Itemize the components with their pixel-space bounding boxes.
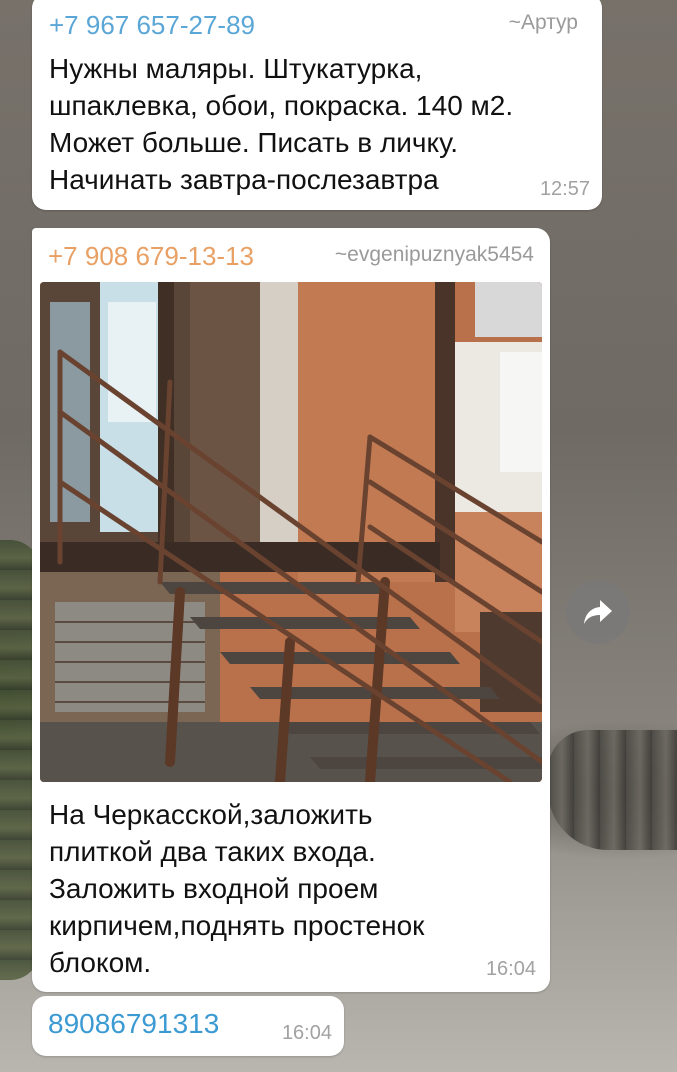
message-line: Нужны маляры. Штукатурка, — [49, 53, 423, 84]
sender-name: ~evgenipuznyak5454 — [334, 243, 534, 266]
sender-phone[interactable]: +7 908 679-13-13 — [48, 241, 254, 272]
message-text: Нужны маляры. Штукатурка, шпаклевка, обо… — [49, 50, 513, 198]
staircase-photo[interactable] — [40, 282, 542, 782]
sender-phone[interactable]: +7 967 657-27-89 — [49, 10, 255, 41]
message-line: Может больше. Писать в личку. — [49, 127, 459, 158]
share-button[interactable] — [566, 580, 630, 644]
message-time: 16:04 — [281, 1022, 332, 1044]
message-line: шпаклевка, обои, покраска. 140 м2. — [49, 90, 514, 121]
message-line: блоком. — [49, 947, 152, 978]
share-arrow-icon — [582, 598, 614, 626]
message-bubble[interactable]: 89086791313 16:04 — [32, 996, 344, 1056]
message-line: На Черкасской,заложить — [49, 799, 373, 830]
sender-name: ~Артур — [508, 11, 578, 34]
message-time: 12:57 — [539, 178, 590, 200]
wallpaper-decoration — [548, 730, 677, 850]
message-line: кирпичем,поднять простенок — [49, 910, 425, 941]
message-line: Заложить входной проем — [49, 873, 379, 904]
message-line: Начинать завтра-послезавтра — [49, 164, 439, 195]
message-line: плиткой два таких входа. — [49, 836, 376, 867]
staircase-photo-drawing — [40, 282, 542, 782]
message-time: 16:04 — [485, 958, 536, 980]
message-bubble[interactable]: +7 967 657-27-89 ~Артур Нужны маляры. Шт… — [32, 0, 602, 210]
message-text: На Черкасской,заложить плиткой два таких… — [49, 796, 424, 981]
phone-link[interactable]: 89086791313 — [48, 1008, 219, 1040]
